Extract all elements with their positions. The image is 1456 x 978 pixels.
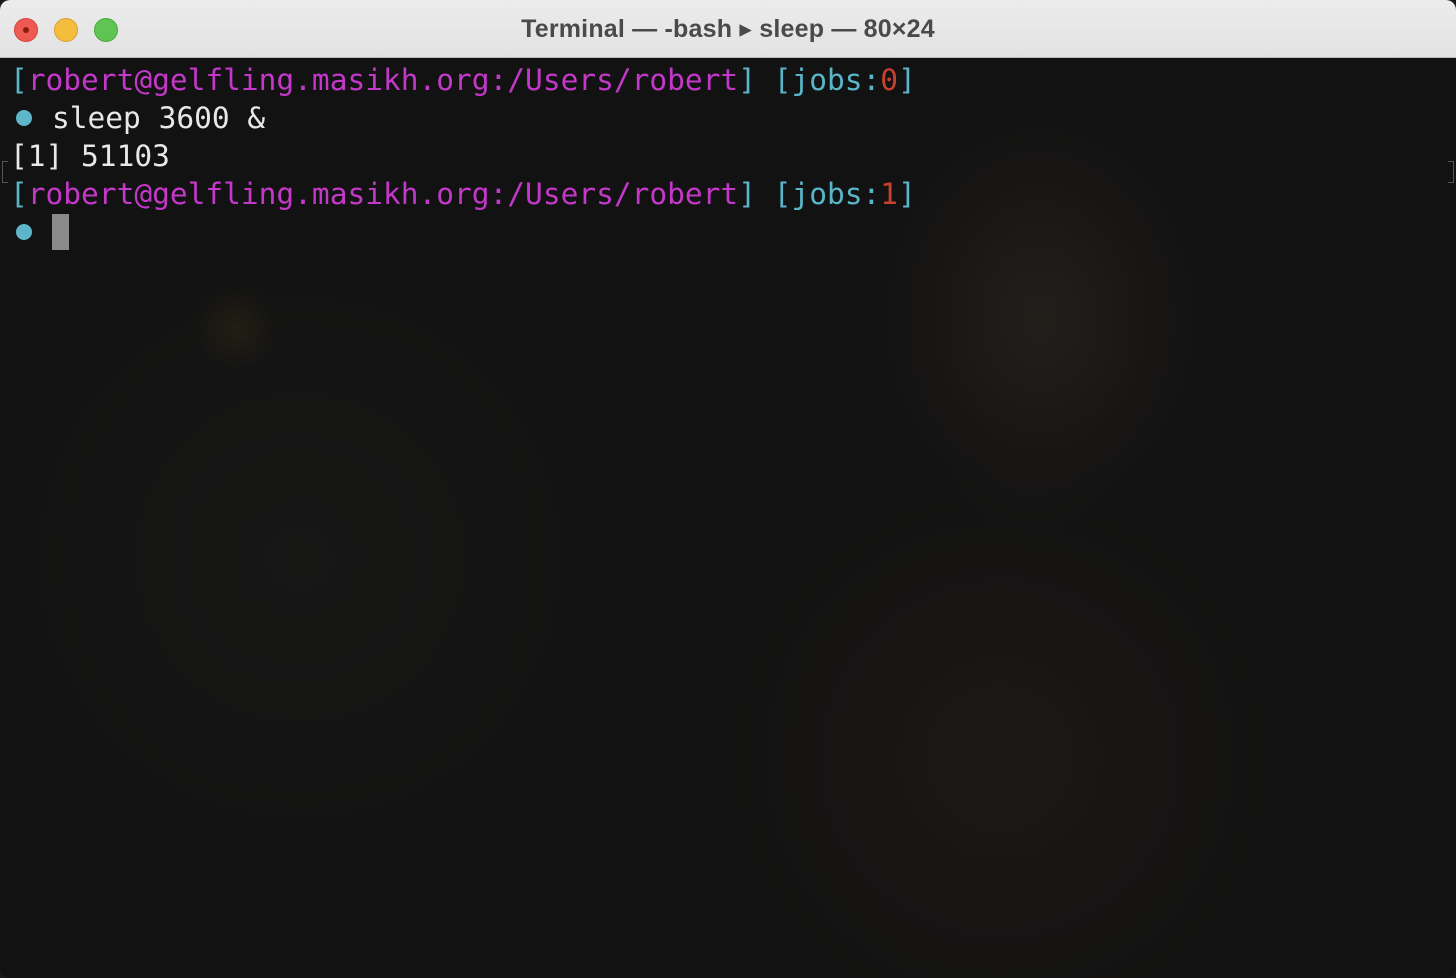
prompt-open-bracket: [ [10, 177, 28, 211]
prompt-bullet-icon [16, 109, 32, 126]
prompt-bullet-icon [16, 223, 32, 240]
jobs-close-bracket: ] [898, 63, 916, 97]
prompt-line-2: [robert@gelfling.masikh.org:/Users/rober… [10, 175, 916, 213]
output-line: [1] 51103 [10, 139, 170, 173]
prompt-close-bracket: ] [738, 63, 774, 97]
jobs-count: 1 [880, 177, 899, 211]
text-cursor [52, 213, 69, 250]
prompt-open-bracket: [ [10, 63, 28, 97]
jobs-close-bracket: ] [898, 177, 916, 211]
command-text: sleep 3600 & [52, 101, 266, 135]
jobs-label: [jobs: [773, 63, 881, 97]
prompt-user-host-path: robert@gelfling.masikh.org:/Users/robert [27, 177, 739, 211]
prompt-user-host-path: robert@gelfling.masikh.org:/Users/robert [27, 63, 739, 97]
prompt-line-1: [robert@gelfling.masikh.org:/Users/rober… [10, 61, 916, 99]
input-line[interactable] [0, 213, 69, 251]
window-title: Terminal — -bash ▸ sleep — 80×24 [521, 15, 935, 43]
jobs-label: [jobs: [773, 177, 881, 211]
command-line-1: sleep 3600 & [0, 99, 265, 137]
prompt-close-bracket: ] [738, 177, 774, 211]
right-edge-marker [1448, 161, 1454, 183]
terminal-content[interactable]: [robert@gelfling.masikh.org:/Users/rober… [0, 58, 1456, 978]
title-bar[interactable]: Terminal — -bash ▸ sleep — 80×24 [0, 0, 1456, 58]
jobs-count: 0 [880, 63, 899, 97]
terminal-window: Terminal — -bash ▸ sleep — 80×24 [robert… [0, 0, 1456, 978]
left-edge-marker [2, 161, 8, 183]
